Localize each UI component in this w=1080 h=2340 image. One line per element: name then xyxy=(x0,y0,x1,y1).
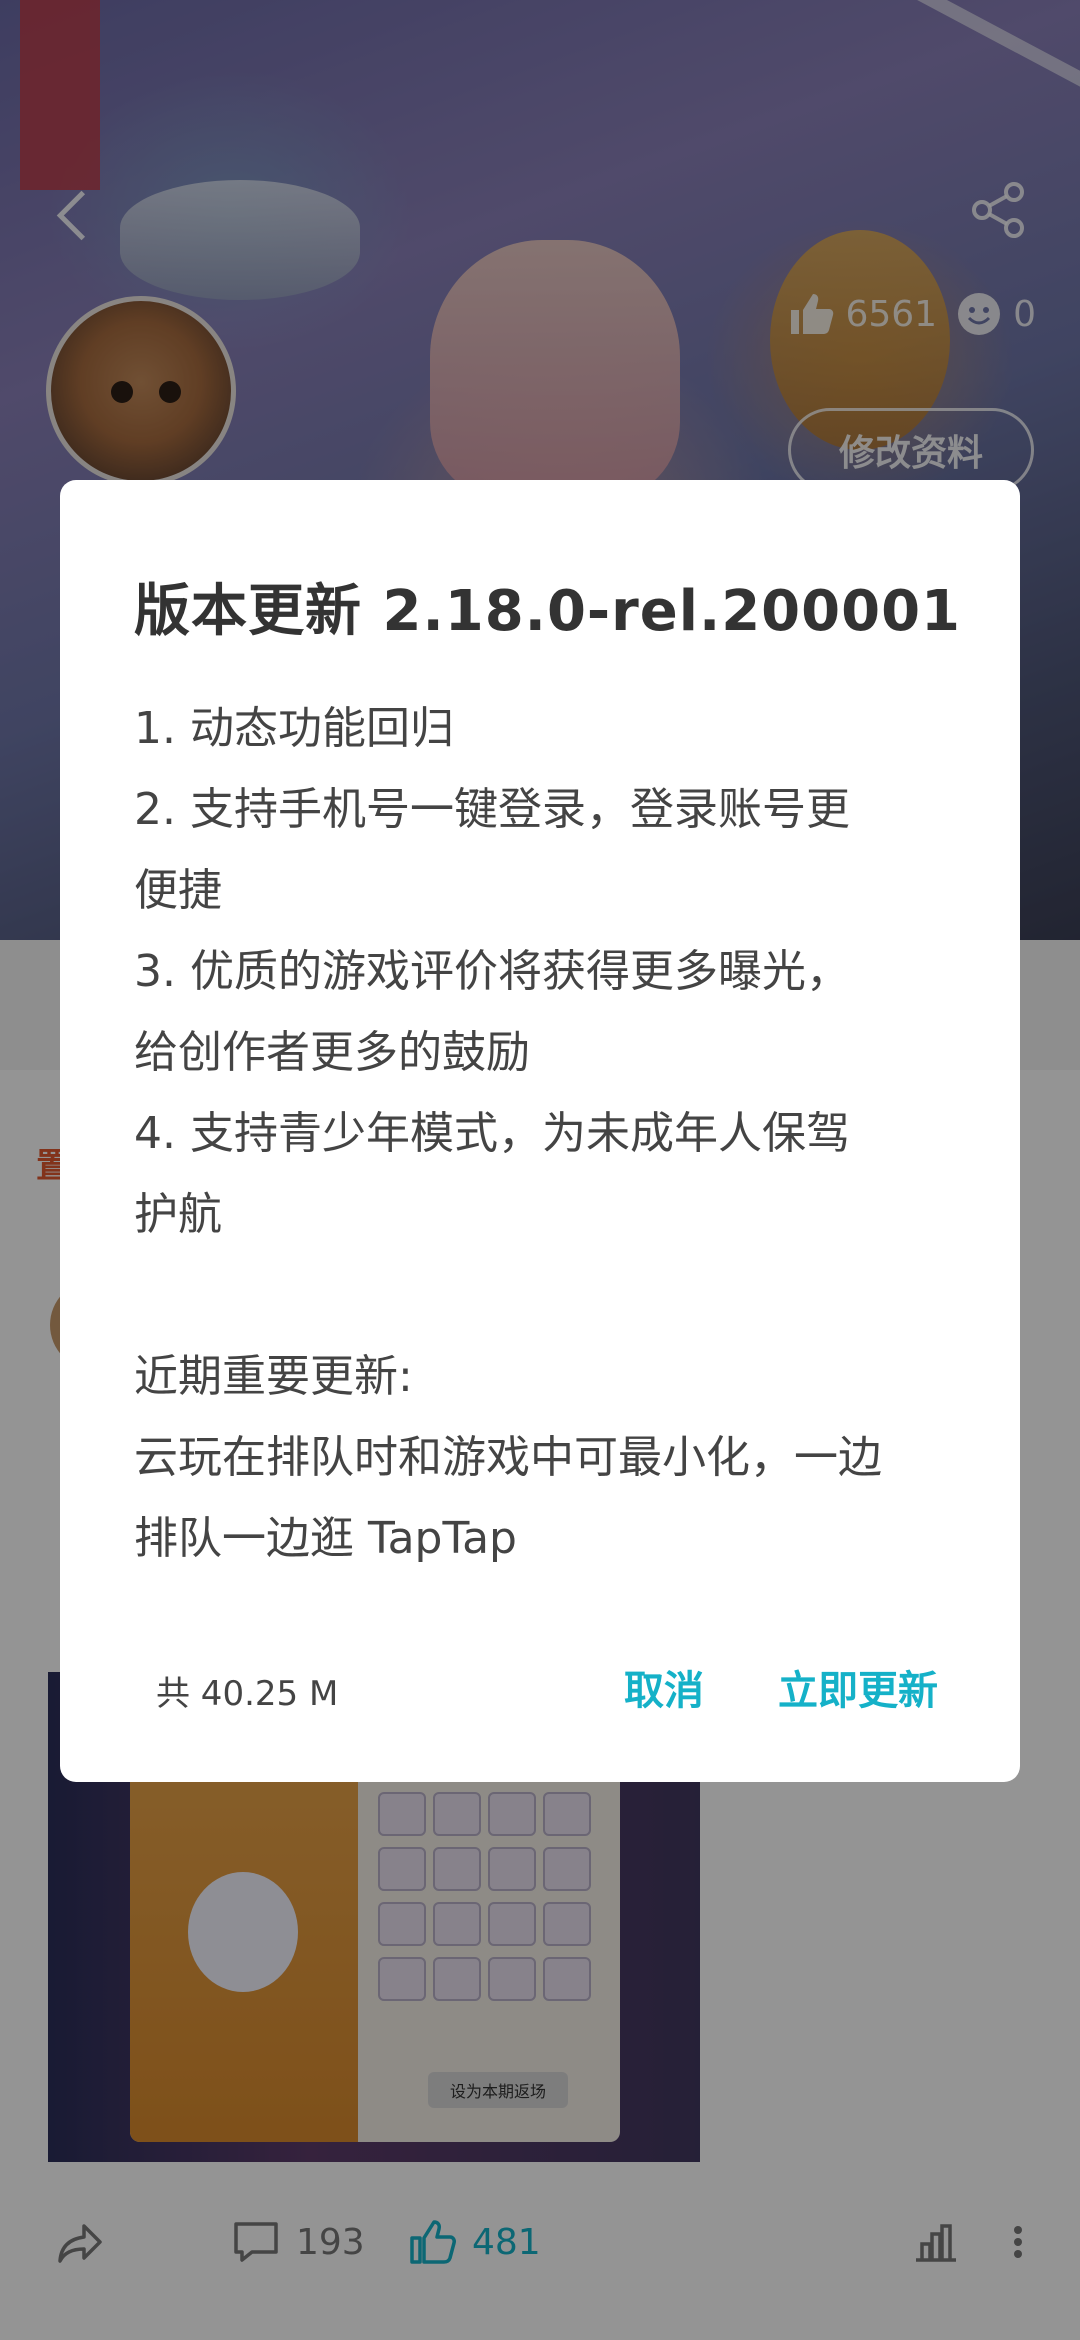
release-note-line: 4. 支持青少年模式，为未成年人保驾 xyxy=(134,1108,850,1159)
release-note-line: 3. 优质的游戏评价将获得更多曝光， xyxy=(134,946,850,997)
release-note-line: 云玩在排队时和游戏中可最小化，一边 xyxy=(134,1432,882,1483)
profile-page: 6561 0 修改资料 置 设为本期返场 193 481 版本更新 2.18.0… xyxy=(0,0,1080,2340)
release-note-line: 2. 支持手机号一键登录，登录账号更 xyxy=(134,784,850,835)
release-note-line: 便捷 xyxy=(134,865,222,916)
release-note-spacer xyxy=(134,1255,964,1336)
update-now-button[interactable]: 立即更新 xyxy=(778,1658,938,1716)
release-notes: 1. 动态功能回归 2. 支持手机号一键登录，登录账号更 便捷 3. 优质的游戏… xyxy=(134,688,964,1579)
release-note-line: 护航 xyxy=(134,1189,222,1240)
download-size-label: 共 40.25 M xyxy=(156,1674,339,1714)
release-note-line: 1. 动态功能回归 xyxy=(134,703,454,754)
cancel-button[interactable]: 取消 xyxy=(624,1658,704,1716)
release-note-line: 排队一边逛 TapTap xyxy=(134,1513,517,1564)
dialog-title: 版本更新 2.18.0-rel.200001 xyxy=(134,579,961,644)
release-note-line: 近期重要更新: xyxy=(134,1351,413,1402)
release-note-line: 给创作者更多的鼓励 xyxy=(134,1027,530,1078)
dialog-footer: 共 40.25 M 取消 立即更新 xyxy=(60,1650,1020,1730)
update-dialog: 版本更新 2.18.0-rel.200001 1. 动态功能回归 2. 支持手机… xyxy=(60,480,1020,1782)
